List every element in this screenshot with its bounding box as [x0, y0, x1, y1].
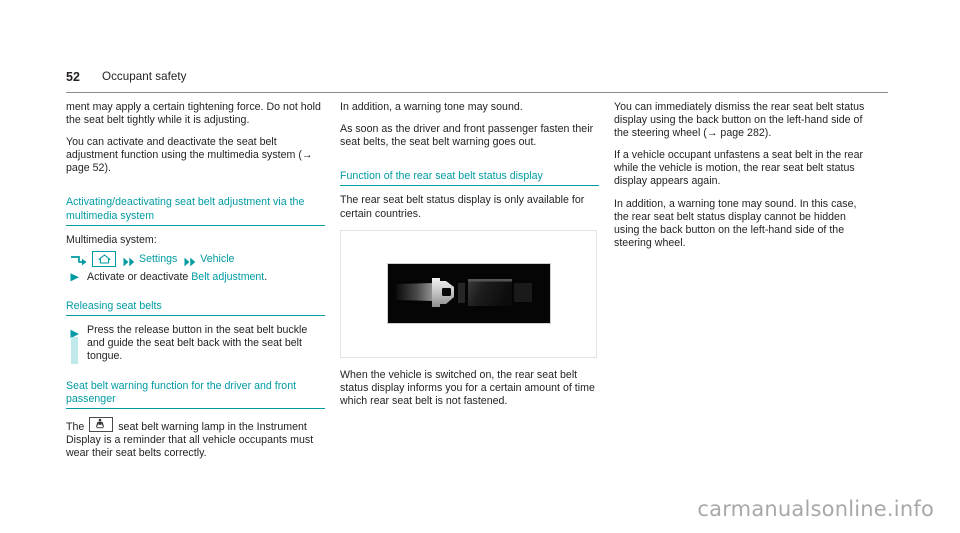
- action-step-text: Activate or deactivate Belt adjustment.: [87, 271, 267, 284]
- page-header: 52 Occupant safety: [66, 70, 888, 93]
- manual-page: 52 Occupant safety ment may apply a cert…: [0, 0, 960, 533]
- figure-seat-belt-buckle: [340, 229, 597, 358]
- path-start-arrow-icon: [70, 254, 87, 266]
- column-middle: In addition, a warning tone may sound. A…: [340, 101, 599, 469]
- section-title: Occupant safety: [102, 70, 187, 83]
- paragraph-text-end: ).: [764, 127, 772, 140]
- heading-activating-deactivating: Activating/deactivating seat belt adjust…: [66, 196, 325, 226]
- content-columns: ment may apply a certain tightening forc…: [66, 101, 888, 469]
- heading-rear-seat-belt-status-display: Function of the rear seat belt status di…: [340, 170, 599, 187]
- paragraph-text: You can activate and deactivate the seat…: [66, 136, 302, 162]
- home-icon[interactable]: [92, 251, 116, 268]
- paragraph: ment may apply a certain tightening forc…: [66, 101, 321, 127]
- step-triangle-icon: [70, 326, 80, 339]
- step-text-prefix: Activate or deactivate: [87, 270, 192, 283]
- paragraph: In addition, a warning tone may sound. I…: [614, 197, 857, 249]
- paragraph-with-page-reference: You can immediately dismiss the rear sea…: [614, 101, 873, 140]
- heading-seat-belt-warning-function: Seat belt warning function for the drive…: [66, 380, 325, 409]
- page-number: 52: [66, 70, 81, 84]
- multimedia-nav-path: Settings Vehicle: [66, 251, 325, 268]
- paragraph-with-page-reference: You can activate and deactivate the seat…: [66, 136, 325, 175]
- paragraph: If a vehicle occupant unfastens a seat b…: [614, 149, 864, 188]
- menu-term-belt-adjustment[interactable]: Belt adjustment: [191, 271, 264, 283]
- paragraph-text-end: ).: [104, 162, 111, 175]
- paragraph: When the vehicle is switched on, the rea…: [340, 368, 595, 407]
- chevron-right-double-icon: [123, 254, 136, 267]
- step-continuation-rail: [71, 337, 78, 364]
- action-step-text: Press the release button in the seat bel…: [87, 324, 308, 363]
- nav-item-vehicle[interactable]: Vehicle: [200, 253, 234, 265]
- action-step: Activate or deactivate Belt adjustment.: [66, 271, 325, 284]
- chevron-right-double-icon: [184, 254, 197, 267]
- nav-item-settings[interactable]: Settings: [139, 253, 177, 265]
- step-text-suffix: .: [264, 270, 268, 283]
- multimedia-system-label: Multimedia system:: [66, 233, 157, 246]
- step-triangle-icon: [70, 271, 80, 284]
- step-marker: [70, 324, 80, 364]
- paragraph: As soon as the driver and front passenge…: [340, 123, 594, 149]
- paragraph-with-lamp-icon: The seat belt warning lamp in the Instru…: [66, 416, 325, 460]
- page-reference: → page 282: [706, 127, 765, 140]
- paragraph: In addition, a warning tone may sound.: [340, 101, 523, 113]
- action-step: Press the release button in the seat bel…: [66, 324, 325, 364]
- paragraph: The rear seat belt status display is onl…: [340, 194, 585, 220]
- column-left: ment may apply a certain tightening forc…: [66, 101, 325, 469]
- watermark: carmanualsonline.info: [697, 497, 934, 521]
- seat-belt-buckle-photo: [386, 263, 551, 325]
- paragraph-text: The: [66, 420, 88, 433]
- heading-releasing-seat-belts: Releasing seat belts: [66, 300, 325, 317]
- column-right: You can immediately dismiss the rear sea…: [614, 101, 873, 469]
- seatbelt-warning-lamp-icon: [89, 416, 114, 432]
